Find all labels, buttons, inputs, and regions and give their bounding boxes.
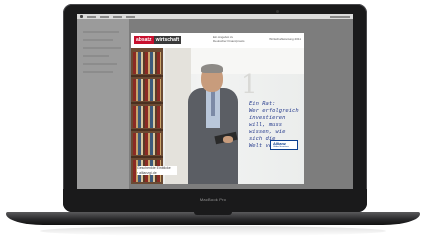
laptop-shadow [40, 226, 386, 236]
bookshelf [131, 48, 163, 184]
book-row [133, 106, 161, 128]
menu-item[interactable] [113, 15, 122, 18]
header-caption-line-2: Deutscher Finanzpraxis [213, 39, 245, 43]
shelf-board [131, 129, 163, 131]
person-tie [211, 90, 215, 116]
header-right-text: Wirtschaftszeitung 2011 [269, 37, 301, 41]
device-brand-label: MacBook Pro [199, 197, 227, 202]
logo-part-1: absatz [134, 36, 154, 44]
tip-number: 1 [241, 70, 258, 100]
header-caption: Ein Angebot zu Deutscher Finanzpraxis [213, 35, 249, 43]
shelf-board [131, 156, 163, 158]
person-hand [223, 136, 233, 143]
text-line [83, 55, 109, 57]
text-line [83, 71, 113, 73]
menu-item[interactable] [100, 15, 109, 18]
popup-header: absatz wirtschaft Ein Angebot zu Deutsch… [131, 33, 304, 47]
laptop-mockup: absatz wirtschaft Ein Angebot zu Deutsch… [0, 0, 426, 241]
footer-link[interactable]: › allianzgi.de [137, 171, 177, 176]
text-line [83, 47, 121, 49]
shelf-board [131, 102, 163, 104]
ad-footer: Geschenkte Einblicke › allianzgi.de [137, 166, 177, 175]
background-page [77, 19, 129, 189]
ad-photo[interactable]: 1 Ein Rat: Wer erfolgreich investieren w… [131, 48, 304, 184]
menu-item[interactable] [126, 15, 135, 18]
book-row [133, 52, 161, 74]
site-logo[interactable]: absatz wirtschaft [134, 36, 182, 44]
shelf-board [131, 75, 163, 77]
ad-popup[interactable]: absatz wirtschaft Ein Angebot zu Deutsch… [131, 33, 304, 184]
menu-status-area [330, 15, 350, 18]
book-row [133, 133, 161, 155]
book-row [133, 79, 161, 101]
text-line [83, 39, 113, 41]
lid-notch [194, 212, 232, 215]
camera-icon [276, 10, 279, 13]
apple-icon[interactable] [80, 15, 83, 18]
menu-item[interactable] [87, 15, 96, 18]
logo-part-2: wirtschaft [153, 36, 182, 44]
person-hair [201, 64, 223, 73]
sponsor-subtitle: Global Investors [273, 146, 289, 148]
text-line [83, 31, 119, 33]
sponsor-logo[interactable]: Allianz Global Investors [270, 140, 298, 150]
text-line [83, 63, 117, 65]
